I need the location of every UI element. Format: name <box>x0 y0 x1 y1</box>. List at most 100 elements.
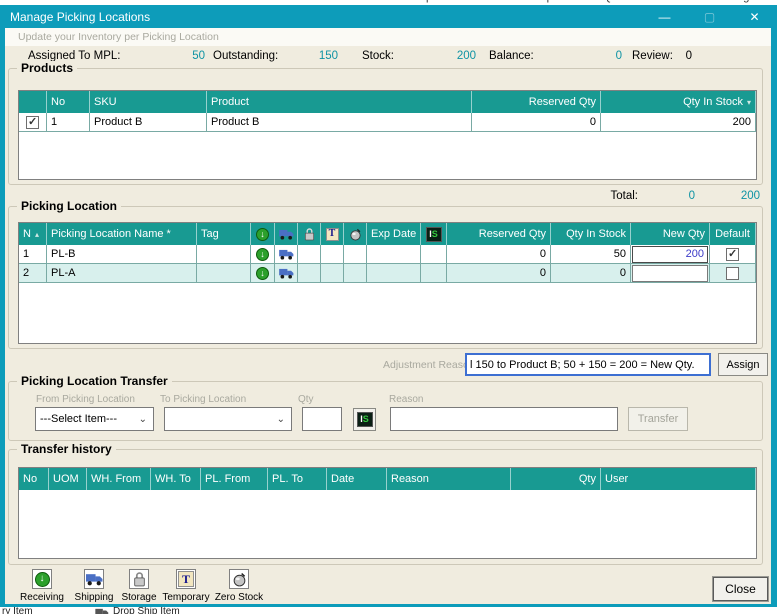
pl-name: PL-B <box>47 245 197 264</box>
stat-label: Balance: <box>489 50 534 62</box>
background-text-fragment: Drop Ship Item <box>113 607 180 614</box>
chevron-down-icon: ⌄ <box>139 414 147 425</box>
to-picking-location-label: To Picking Location <box>160 394 246 405</box>
from-picking-location-select[interactable]: ---Select Item--- ⌄ <box>35 407 154 431</box>
is-button[interactable]: IS <box>353 408 376 431</box>
product-qty-in-stock: 200 <box>601 113 756 132</box>
col-no[interactable]: No <box>19 468 49 490</box>
picking-location-row[interactable]: 1 PL-B ↓ 0 50 <box>19 245 756 264</box>
col-is[interactable]: IS <box>421 223 447 245</box>
col-pl-to[interactable]: PL. To <box>268 468 327 490</box>
col-temporary[interactable]: T <box>321 223 344 245</box>
default-checkbox[interactable] <box>726 267 739 280</box>
col-qty-in-stock-label: Qty In Stock <box>683 96 743 108</box>
transfer-history-group-title: Transfer history <box>17 442 116 456</box>
adjustment-reason-label: Adjustment Reason <box>383 359 475 371</box>
product-row-checkbox[interactable] <box>26 116 39 129</box>
temporary-icon: T <box>326 228 339 241</box>
transfer-qty-input[interactable] <box>302 407 342 431</box>
menu-item[interactable]: Returns <box>320 0 359 4</box>
col-default[interactable]: Default <box>710 223 756 245</box>
pl-exp-date <box>367 264 421 283</box>
col-sku[interactable]: SKU <box>90 91 207 113</box>
minimize-button[interactable]: — <box>642 5 687 28</box>
shipping-truck-icon <box>279 268 294 279</box>
menu-item[interactable]: Sales Reps <box>502 0 558 4</box>
col-qty-in-stock[interactable]: Qty In Stock ▾ <box>601 91 756 113</box>
picking-location-table: N ▴ Picking Location Name * Tag ↓ T Exp … <box>18 222 757 344</box>
is-icon-s: S <box>363 415 369 424</box>
menu-item[interactable]: QuickBooks <box>603 0 662 4</box>
legend-zero-stock <box>229 569 249 589</box>
storage-lock-icon <box>304 228 315 241</box>
pl-reserved-qty: 0 <box>447 264 551 283</box>
close-window-button[interactable]: ✕ <box>732 5 777 28</box>
col-tag[interactable]: Tag <box>197 223 251 245</box>
col-wh-from[interactable]: WH. From <box>87 468 151 490</box>
col-reason[interactable]: Reason <box>387 468 511 490</box>
shipping-truck-icon <box>86 573 103 586</box>
legend-storage-label: Storage <box>121 592 156 603</box>
pl-reserved-qty: 0 <box>447 245 551 264</box>
col-no[interactable]: No <box>47 91 90 113</box>
sort-descending-icon: ▾ <box>747 98 751 107</box>
menu-item[interactable]: Warehouse <box>205 0 261 4</box>
col-receiving[interactable]: ↓ <box>251 223 275 245</box>
default-checkbox[interactable] <box>726 248 739 261</box>
col-reserved-qty[interactable]: Reserved Qty <box>472 91 601 113</box>
menu-item[interactable]: More <box>757 0 777 4</box>
product-reserved-qty: 0 <box>472 113 601 132</box>
dialog-title: Manage Picking Locations <box>10 10 150 24</box>
col-uom[interactable]: UOM <box>49 468 87 490</box>
col-qty[interactable]: Qty <box>511 468 601 490</box>
transfer-button[interactable]: Transfer <box>628 407 688 431</box>
legend-zero-stock-label: Zero Stock <box>215 592 263 603</box>
background-text-fragment: ry Item <box>2 607 33 614</box>
stat-review: Review: 0 <box>632 50 692 62</box>
col-picking-location-name[interactable]: Picking Location Name * <box>47 223 197 245</box>
col-wh-to[interactable]: WH. To <box>151 468 201 490</box>
new-qty-input[interactable] <box>632 246 708 263</box>
legend-temporary-label: Temporary <box>162 592 209 603</box>
products-table-header: No SKU Product Reserved Qty Qty In Stock… <box>19 91 756 113</box>
col-shipping[interactable] <box>275 223 298 245</box>
menu-item[interactable]: Reports <box>412 0 451 4</box>
maximize-button[interactable]: ▢ <box>687 5 732 28</box>
col-user[interactable]: User <box>601 468 756 490</box>
col-pl-from[interactable]: PL. From <box>201 468 268 490</box>
menu-item[interactable]: Web <box>697 0 719 4</box>
pl-n: 2 <box>19 264 47 283</box>
menu-item[interactable]: Mfg <box>731 0 749 4</box>
subtitle-strip: Update your Inventory per Picking Locati… <box>5 28 771 46</box>
assign-button[interactable]: Assign <box>718 353 768 376</box>
col-product[interactable]: Product <box>207 91 472 113</box>
pl-exp-date <box>367 245 421 264</box>
product-name: Product B <box>207 113 472 132</box>
stat-value: 0 <box>616 50 622 62</box>
legend-shipping <box>84 569 104 589</box>
pl-qty-in-stock: 50 <box>551 245 631 264</box>
menu-item[interactable]: Products <box>103 0 146 4</box>
legend-receiving: ↓ <box>32 569 52 589</box>
col-new-qty[interactable]: New Qty <box>631 223 710 245</box>
sort-ascending-icon: ▴ <box>35 230 39 239</box>
manage-picking-locations-dialog: Update your Inventory per Picking Locati… <box>0 28 777 607</box>
col-storage[interactable] <box>298 223 321 245</box>
product-row[interactable]: 1 Product B Product B 0 200 <box>19 113 756 132</box>
transfer-reason-input[interactable] <box>390 407 618 431</box>
col-qty-in-stock[interactable]: Qty In Stock <box>551 223 631 245</box>
adjustment-reason-input[interactable] <box>465 353 711 376</box>
col-reserved-qty[interactable]: Reserved Qty <box>447 223 551 245</box>
col-zero-stock[interactable] <box>344 223 367 245</box>
col-n[interactable]: N ▴ <box>19 223 47 245</box>
close-button[interactable]: Close <box>713 577 768 601</box>
picking-location-row[interactable]: 2 PL-A ↓ 0 0 <box>19 264 756 283</box>
is-icon: IS <box>357 412 373 427</box>
stat-stock: Stock: 200 <box>362 50 476 62</box>
to-picking-location-select[interactable]: ⌄ <box>164 407 292 431</box>
pl-qty-in-stock: 0 <box>551 264 631 283</box>
col-exp-date[interactable]: Exp Date <box>367 223 421 245</box>
col-date[interactable]: Date <box>327 468 387 490</box>
menu-item[interactable]: Vendors <box>30 0 70 4</box>
new-qty-input[interactable] <box>632 265 708 282</box>
